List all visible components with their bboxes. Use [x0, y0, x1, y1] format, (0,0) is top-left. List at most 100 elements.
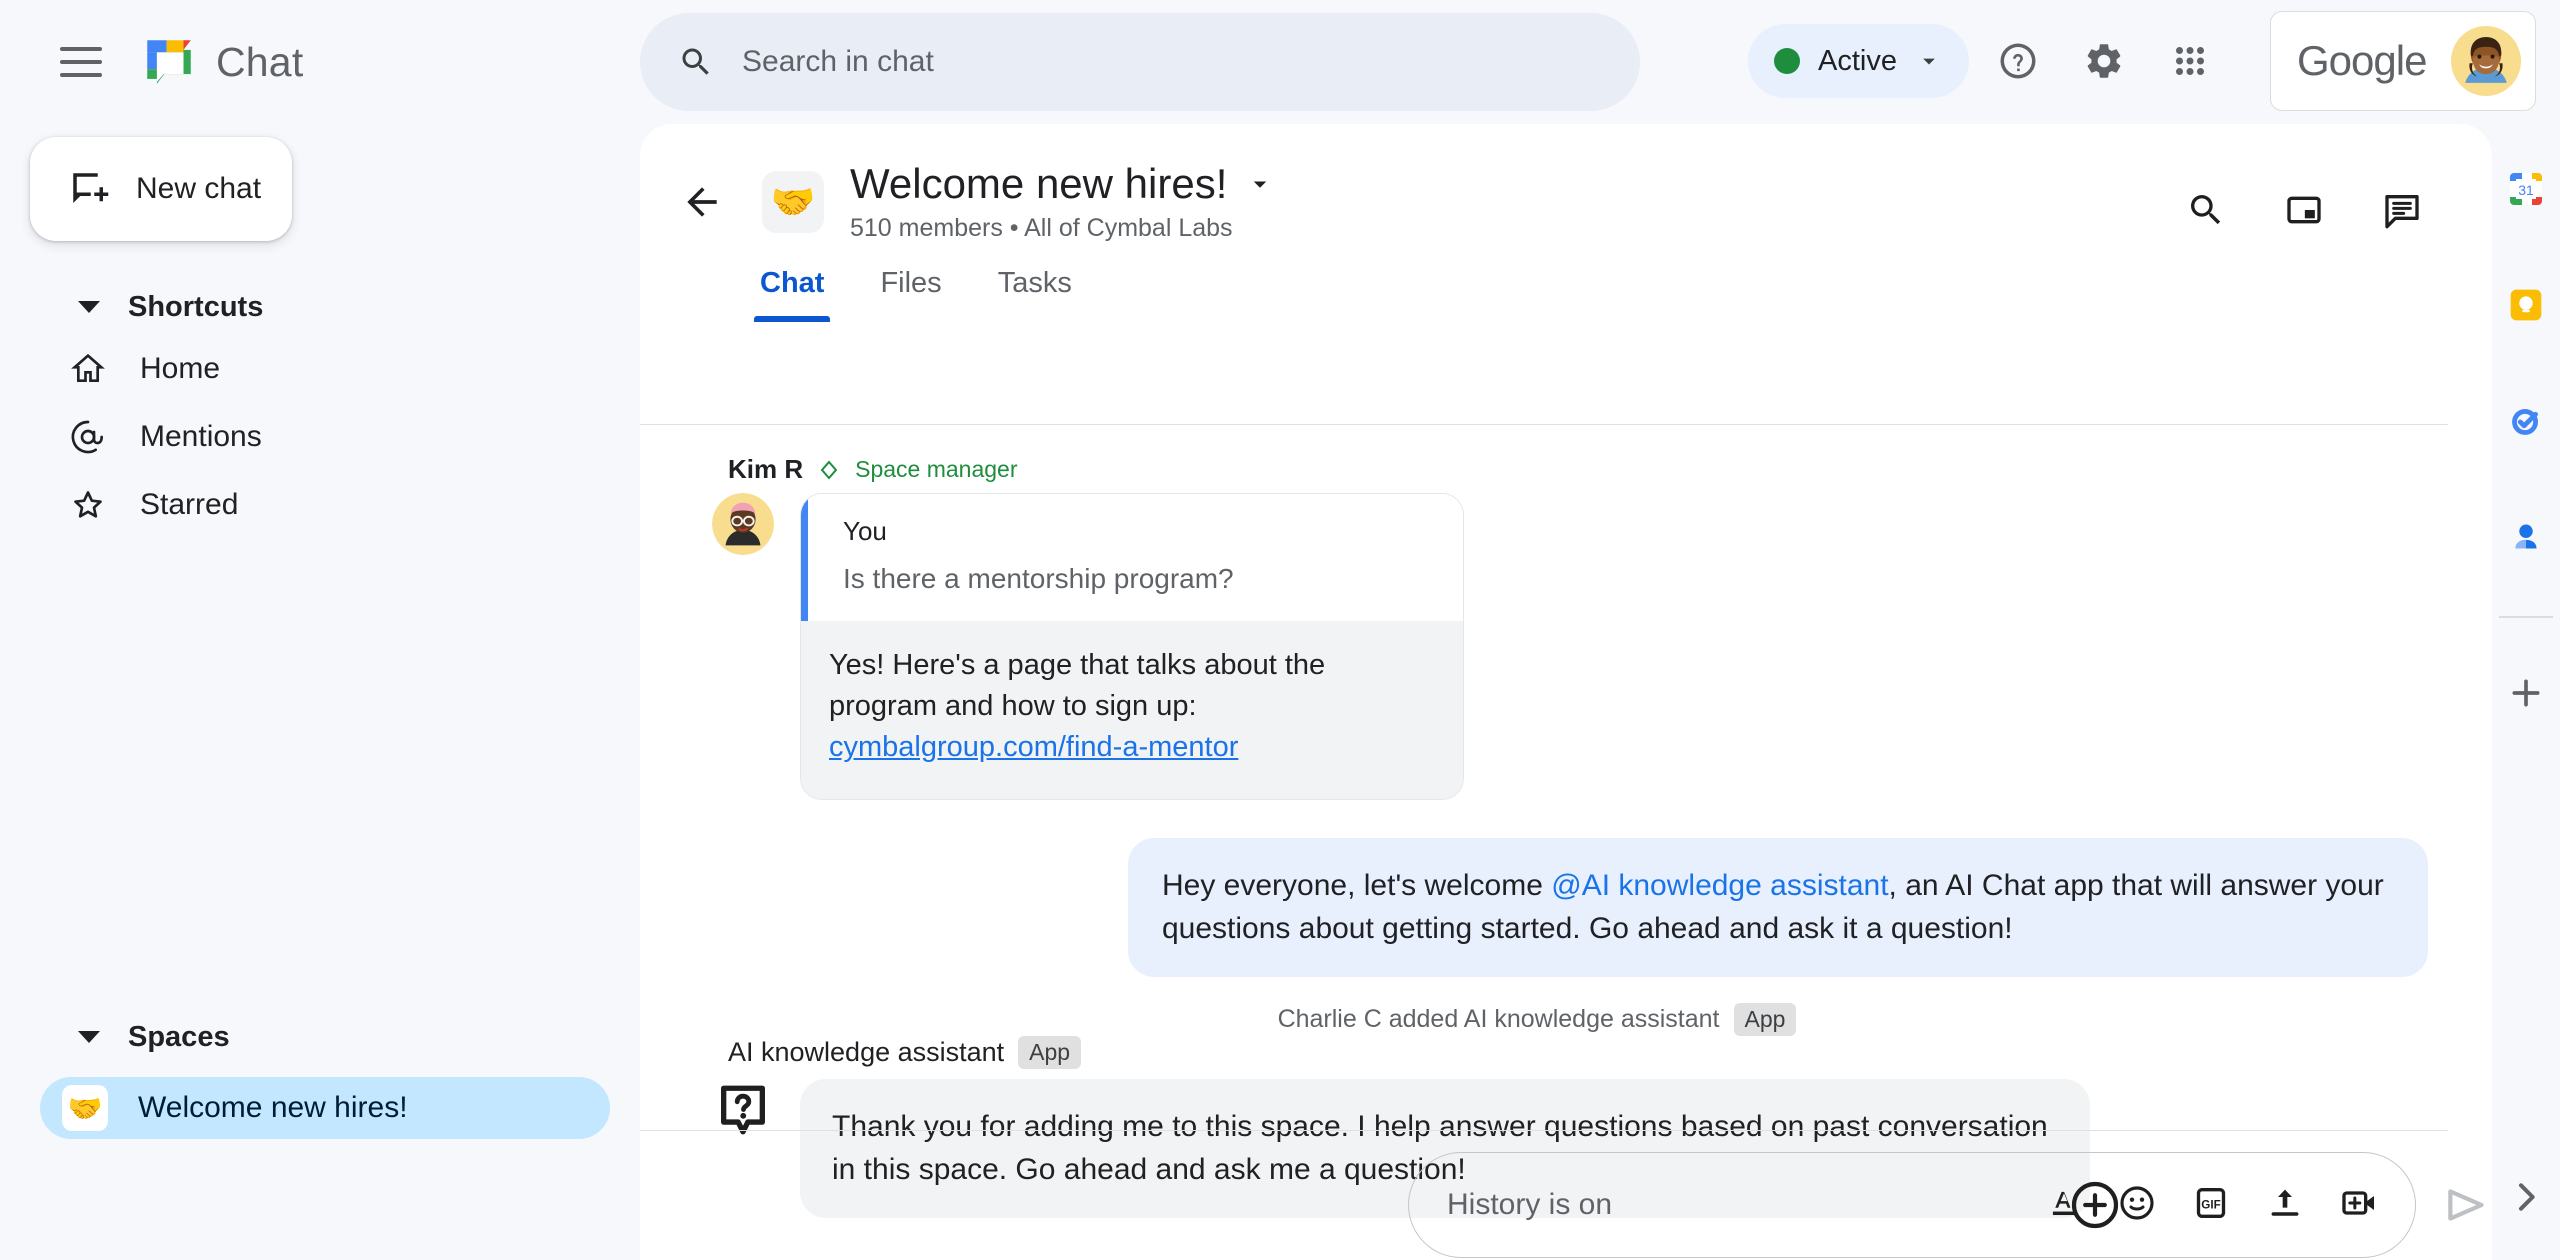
- assistant-name: AI knowledge assistant: [728, 1036, 1005, 1067]
- space-meta: Welcome new hires! 510 members • All of …: [850, 160, 1275, 243]
- google-chat-logo: [147, 40, 191, 84]
- gif-button[interactable]: GIF: [2191, 1183, 2231, 1228]
- sidebar-item-label: Starred: [140, 488, 239, 521]
- add-attachment-button[interactable]: [2064, 1174, 2126, 1236]
- svg-text:GIF: GIF: [2201, 1198, 2220, 1211]
- rail-expand-button[interactable]: [2506, 1177, 2546, 1222]
- search-icon: [682, 48, 709, 75]
- home-icon: [71, 353, 105, 382]
- apps-grid-icon[interactable]: [2152, 23, 2228, 99]
- rail-contacts[interactable]: [2499, 510, 2553, 564]
- threads-icon: [2385, 195, 2419, 229]
- app-chip: App: [1018, 1035, 1082, 1069]
- chevron-down-icon: [78, 301, 100, 313]
- picture-in-picture-button[interactable]: [2266, 172, 2342, 248]
- message-list: Kim R Space manager You Is there a mento…: [640, 436, 2492, 1218]
- composer-divider: [640, 1130, 2448, 1131]
- svg-text:31: 31: [2518, 182, 2534, 198]
- app-chip: App: [1733, 1002, 1797, 1036]
- sidebar-item-home[interactable]: Home: [0, 335, 600, 403]
- google-tasks-icon: [2512, 409, 2538, 435]
- shortcuts-section-header[interactable]: Shortcuts: [0, 279, 640, 335]
- quoted-text: Is there a mentorship program?: [843, 563, 1234, 594]
- tab-tasks[interactable]: Tasks: [970, 257, 1100, 322]
- message-welcome: Hey everyone, let's welcome @AI knowledg…: [640, 837, 2434, 977]
- chevron-right-icon: [2519, 1183, 2535, 1211]
- status-label: Active: [1818, 44, 1897, 77]
- reply-text: Yes! Here's a page that talks about the …: [801, 621, 1463, 799]
- spaces-section-header[interactable]: Spaces: [0, 1009, 640, 1065]
- message-kim: Kim R Space manager You Is there a mento…: [640, 454, 2434, 800]
- upload-file-button[interactable]: [2265, 1183, 2305, 1228]
- tab-chat[interactable]: Chat: [732, 257, 852, 322]
- status-pill[interactable]: Active: [1748, 24, 1969, 98]
- hamburger-menu-icon[interactable]: [42, 23, 120, 101]
- rail-tasks[interactable]: [2499, 394, 2553, 448]
- search-bar[interactable]: [640, 13, 1640, 111]
- rail-add-app-button[interactable]: [2499, 666, 2553, 720]
- quoted-message-card[interactable]: You Is there a mentorship program? Yes! …: [800, 493, 1464, 800]
- space-subtitle: 510 members • All of Cymbal Labs: [850, 214, 1233, 242]
- help-circle-icon[interactable]: [1980, 23, 2056, 99]
- main-panel: 🤝 Welcome new hires! 510 members • All o…: [640, 124, 2492, 1260]
- rail-calendar[interactable]: 31: [2499, 162, 2553, 216]
- message-bubble-outgoing: Hey everyone, let's welcome @AI knowledg…: [1128, 837, 2428, 977]
- message-author: Kim R: [728, 454, 804, 484]
- new-chat-button[interactable]: New chat: [30, 137, 292, 241]
- diamond-icon: [820, 459, 838, 480]
- chevron-down-icon: [78, 1031, 100, 1043]
- account-switcher[interactable]: Google: [2270, 11, 2536, 111]
- space-header-actions: [2168, 172, 2440, 248]
- mention-chip[interactable]: @AI knowledge assistant: [1551, 869, 1888, 902]
- top-icon-group: [1980, 23, 2228, 99]
- space-label: Welcome new hires!: [138, 1091, 408, 1124]
- quote-accent-bar: [801, 494, 808, 621]
- google-keep-icon: [2510, 289, 2542, 321]
- system-message: Charlie C added AI knowledge assistant A…: [640, 1002, 2434, 1036]
- picture-in-picture-icon: [2287, 196, 2321, 224]
- search-in-space-button[interactable]: [2168, 172, 2244, 248]
- new-chat-icon: [73, 173, 109, 203]
- threads-button[interactable]: [2364, 172, 2440, 248]
- welcome-text-before: Hey everyone, let's welcome: [1162, 868, 1552, 902]
- send-button[interactable]: [2442, 1174, 2492, 1236]
- tab-files[interactable]: Files: [852, 257, 969, 322]
- product-name: Chat: [216, 38, 304, 85]
- google-contacts-icon: [2515, 524, 2537, 549]
- google-wordmark: Google: [2297, 37, 2427, 84]
- space-avatar-icon: 🤝: [762, 170, 824, 233]
- add-video-button[interactable]: [2339, 1183, 2379, 1228]
- composer-input-wrapper[interactable]: GIF: [1408, 1152, 2416, 1258]
- status-dot-icon: [1774, 48, 1800, 74]
- send-icon: [2448, 1189, 2484, 1221]
- message-body: You Is there a mentorship program? Yes! …: [800, 493, 1464, 800]
- plus-icon: [2512, 679, 2540, 707]
- sidebar-item-mentions[interactable]: Mentions: [0, 403, 600, 471]
- side-apps-rail: 31: [2492, 124, 2560, 1260]
- space-title-row[interactable]: Welcome new hires!: [850, 160, 1275, 208]
- system-text: Charlie C added AI knowledge assistant: [1277, 1004, 1720, 1033]
- kim-avatar[interactable]: [712, 493, 774, 555]
- upload-icon: [2271, 1189, 2299, 1216]
- avatar[interactable]: [2451, 26, 2521, 96]
- add-video-icon: [2342, 1190, 2374, 1215]
- gear-icon[interactable]: [2066, 23, 2142, 99]
- rail-keep[interactable]: [2499, 278, 2553, 332]
- search-input[interactable]: [742, 45, 1562, 79]
- google-calendar-icon: 31: [2510, 173, 2542, 205]
- back-arrow-icon[interactable]: [664, 164, 740, 240]
- spaces-title: Spaces: [128, 1020, 230, 1053]
- quoted-author: You: [843, 516, 887, 546]
- star-icon: [74, 491, 102, 518]
- top-bar: Chat Active: [0, 0, 2560, 124]
- brand: Chat: [140, 33, 303, 91]
- sidebar-item-welcome-new-hires[interactable]: 🤝 Welcome new hires!: [40, 1077, 610, 1139]
- question-bubble-icon[interactable]: [712, 1079, 774, 1141]
- message-input[interactable]: [1447, 1188, 2045, 1222]
- mentor-link[interactable]: cymbalgroup.com/find-a-mentor: [829, 731, 1238, 763]
- assistant-name-line: AI knowledge assistant App: [728, 1035, 2434, 1069]
- chevron-down-icon: [1923, 58, 1935, 65]
- at-sign-icon: [71, 420, 103, 454]
- space-tabs: Chat Files Tasks: [732, 257, 2492, 322]
- sidebar-item-starred[interactable]: Starred: [0, 471, 600, 539]
